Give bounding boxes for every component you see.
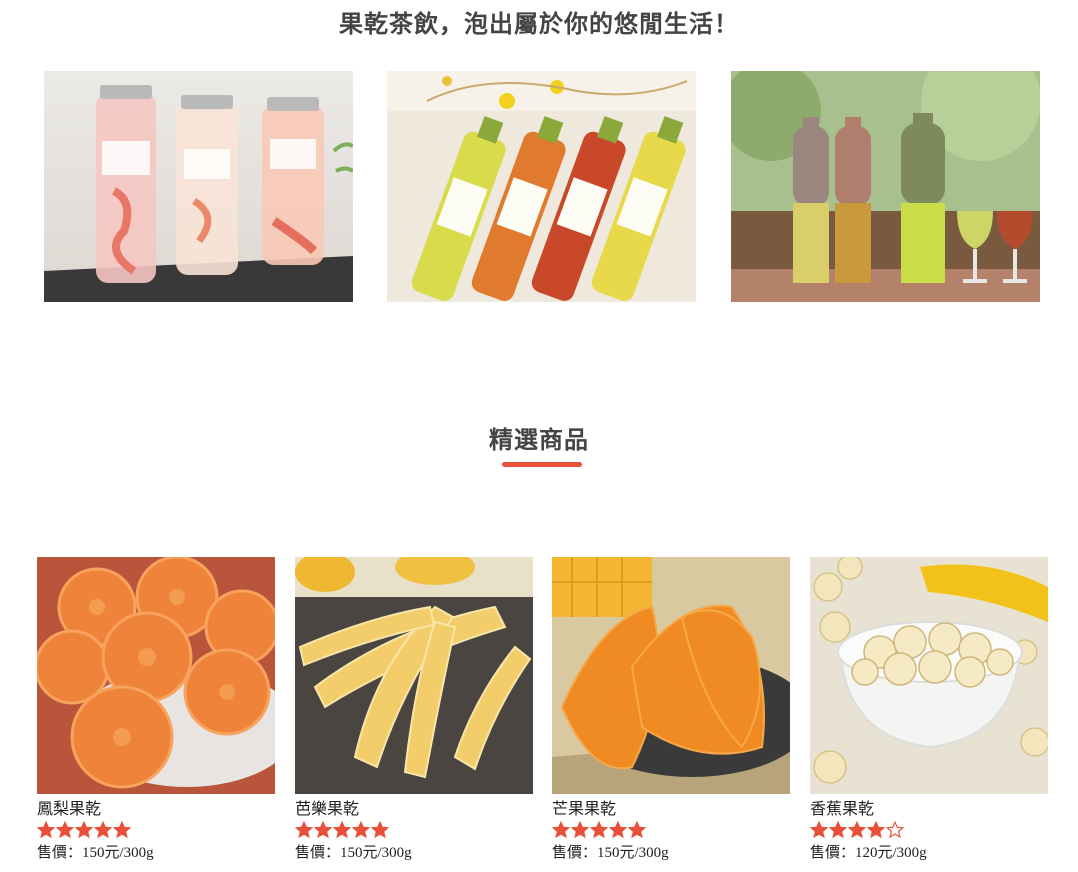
star-filled-icon [571,821,589,839]
star-filled-icon [829,821,847,839]
product-price: 售價：150元/300g [552,845,669,861]
section-title-underline [502,462,582,467]
star-filled-icon [848,821,866,839]
star-rating [37,821,275,839]
dried-banana-photo[interactable] [810,557,1048,794]
star-rating [295,821,533,839]
product-name[interactable]: 芒果果乾 [552,800,790,820]
star-filled-icon [609,821,627,839]
fruit-tea-bottles-photo[interactable] [387,71,696,302]
star-filled-icon [590,821,608,839]
star-filled-icon [113,821,131,839]
star-filled-icon [810,821,828,839]
product-name[interactable]: 香蕉果乾 [810,800,1048,820]
star-filled-icon [352,821,370,839]
product-price: 售價：150元/300g [295,845,412,861]
product-card[interactable]: 芭樂果乾 售價：150元/300g [295,557,533,862]
dried-mango-photo[interactable] [552,557,790,794]
product-price: 售價：120元/300g [810,845,927,861]
featured-section-title: 精選商品 [489,427,589,454]
product-name[interactable]: 芭樂果乾 [295,800,533,820]
star-filled-icon [37,821,55,839]
product-card[interactable]: 香蕉果乾 售價：120元/300g [810,557,1048,862]
star-filled-icon [94,821,112,839]
product-name[interactable]: 鳳梨果乾 [37,800,275,820]
star-filled-icon [628,821,646,839]
dried-guava-photo[interactable] [295,557,533,794]
star-filled-icon [552,821,570,839]
product-price: 售價：150元/300g [37,845,154,861]
star-filled-icon [333,821,351,839]
dried-pineapple-photo[interactable] [37,557,275,794]
pink-flower-tea-bottles-photo[interactable] [44,71,353,302]
star-empty-icon [886,821,904,839]
star-filled-icon [56,821,74,839]
hero-title: 果乾茶飲，泡出屬於你的悠閒生活！ [339,11,739,38]
product-card[interactable]: 鳳梨果乾 售價：150元/300g [37,557,275,862]
star-filled-icon [314,821,332,839]
star-filled-icon [75,821,93,839]
star-filled-icon [371,821,389,839]
star-filled-icon [295,821,313,839]
product-card[interactable]: 芒果果乾 售價：150元/300g [552,557,790,862]
star-filled-icon [867,821,885,839]
star-rating [552,821,790,839]
star-rating [810,821,1048,839]
cold-brew-tea-bottles-photo[interactable] [731,71,1040,302]
